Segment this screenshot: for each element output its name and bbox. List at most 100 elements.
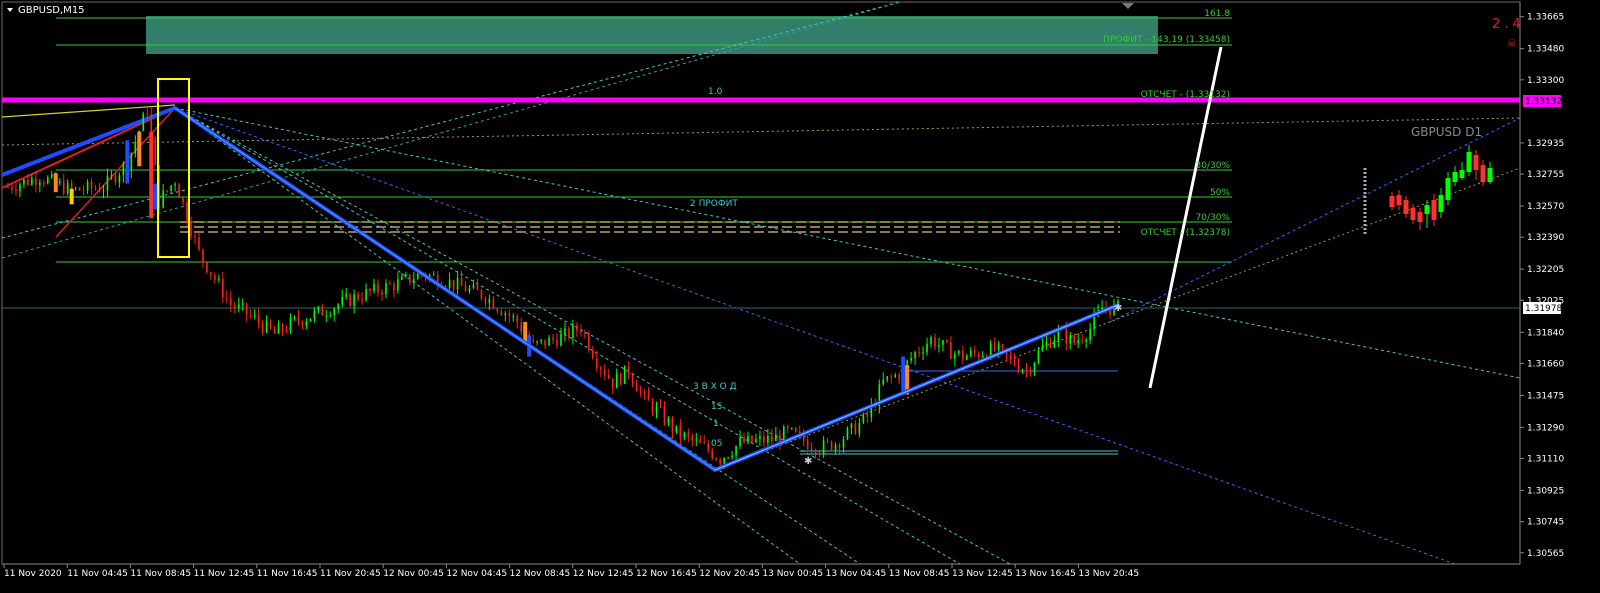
candle-body <box>289 317 292 331</box>
candle-body <box>309 318 312 322</box>
candle-body <box>1009 354 1012 358</box>
time-tick-label: 13 Nov 20:45 <box>1078 569 1139 579</box>
candle-body <box>249 314 252 316</box>
candle-body <box>341 296 343 305</box>
candle-body <box>958 350 960 354</box>
candle-body <box>516 315 519 323</box>
candle-body <box>826 440 829 442</box>
price-axis[interactable]: 1.33665 1.33480 1.33300 1.32935 1.32755 1.325… <box>1519 2 1564 564</box>
candle-body <box>715 458 717 460</box>
candle-body <box>981 355 984 358</box>
candle-body <box>1069 335 1072 344</box>
marker-bar <box>901 356 906 392</box>
candle-body <box>1053 339 1056 348</box>
candle-body <box>130 153 133 171</box>
price-tick-label: 1.30565 <box>1527 549 1564 559</box>
candle-body <box>663 406 666 424</box>
candle-body <box>11 187 13 190</box>
candle-body <box>830 441 833 451</box>
candle-body <box>210 272 212 276</box>
candle-body <box>580 330 582 333</box>
candle-body <box>798 431 801 434</box>
candle-body <box>540 339 542 342</box>
inset-candle-body <box>1473 155 1479 170</box>
candle-body <box>190 222 192 237</box>
price-tick-label: 1.31840 <box>1527 328 1564 338</box>
candle-body <box>365 288 367 301</box>
candle-body <box>611 378 614 389</box>
price-tick-label: 1.31475 <box>1527 391 1564 401</box>
candle-body <box>484 298 487 303</box>
inset-candle-body <box>1452 172 1458 182</box>
time-tick-label: 13 Nov 08:45 <box>889 569 950 579</box>
candle-body <box>520 322 523 332</box>
candle-body <box>623 365 626 384</box>
candle-body <box>381 292 383 295</box>
candle-body <box>114 175 117 183</box>
chart-window[interactable]: GBPUSD,M15 ✱ ✱ 161.8 ПРОФИТ - 143,19 (1.… <box>0 0 1600 593</box>
candle-body <box>635 383 638 392</box>
time-axis[interactable]: 11 Nov 2020 11 Nov 04:45 11 Nov 08:45 11 No… <box>2 563 1520 579</box>
candle-body <box>337 304 340 309</box>
candle-body <box>226 297 228 299</box>
inset-candle-body <box>1403 200 1409 214</box>
candle-body <box>552 337 554 340</box>
price-chart[interactable]: GBPUSD,M15 ✱ ✱ 161.8 ПРОФИТ - 143,19 (1.… <box>0 0 1600 593</box>
candle-body <box>261 323 264 333</box>
candle-body <box>723 457 725 464</box>
marker-bar <box>153 183 158 210</box>
candle-body <box>166 190 168 192</box>
candle-body <box>759 436 761 440</box>
candle-body <box>321 306 324 316</box>
candle-body <box>333 308 336 316</box>
candle-body <box>273 328 276 334</box>
candle-body <box>584 332 586 334</box>
price-tick-label: 1.32935 <box>1527 139 1564 149</box>
candle-body <box>938 344 940 347</box>
candle-body <box>1077 340 1080 344</box>
annotation-2-profit: 2 ПРОФИТ <box>690 199 738 209</box>
marker-bar <box>137 131 142 167</box>
candle-body <box>966 355 968 360</box>
candle-body <box>182 197 184 203</box>
current-price-label: 1.31978 <box>1525 304 1562 314</box>
candle-body <box>683 432 686 438</box>
candle-body <box>1073 335 1076 344</box>
candle-body <box>43 182 45 184</box>
price-tick-label: 1.32755 <box>1527 170 1564 180</box>
candle-body <box>930 337 932 345</box>
candle-body <box>695 439 698 441</box>
level-label-50: 50% <box>1210 188 1230 198</box>
inset-candle-body <box>1424 205 1430 214</box>
candle-body <box>405 274 407 277</box>
candle-body <box>110 175 113 177</box>
candle-body <box>198 236 200 250</box>
plot-area[interactable] <box>1 1 1521 565</box>
candle-body <box>790 428 793 430</box>
candle-body <box>468 287 471 292</box>
candle-body <box>854 423 857 435</box>
inset-candle-body <box>1417 212 1423 222</box>
price-tick-label: 1.31290 <box>1527 423 1564 433</box>
candle-body <box>186 202 188 223</box>
candle-body <box>508 313 511 317</box>
candle-body <box>727 457 729 459</box>
candle-body <box>74 187 77 189</box>
candle-body <box>329 315 332 317</box>
candle-body <box>627 365 630 375</box>
candle-body <box>918 351 920 353</box>
annotation-1-0: 1.0 <box>708 87 723 97</box>
candle-body <box>631 374 634 384</box>
candle-body <box>317 306 320 311</box>
candle-body <box>385 283 387 295</box>
candle-body <box>603 369 606 376</box>
candle-body <box>39 182 41 185</box>
time-tick-label: 12 Nov 04:45 <box>446 569 507 579</box>
candle-body <box>206 261 208 273</box>
candle-body <box>794 428 797 432</box>
candle-body <box>78 187 81 191</box>
candle-body <box>747 435 749 443</box>
time-tick-label: 11 Nov 16:45 <box>257 569 318 579</box>
candle-body <box>1089 329 1091 340</box>
level-label-70-30: 70/30% <box>1196 213 1231 223</box>
